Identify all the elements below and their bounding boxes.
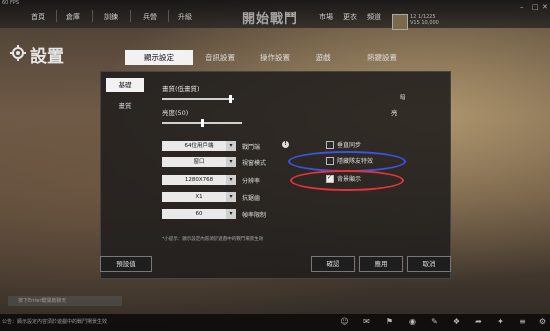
fps-label: 60 FPS	[2, 0, 20, 6]
hide-teammate-effects-label: 隱藏隊友特效	[337, 158, 374, 165]
tab-audio[interactable]: 音訊設置	[195, 50, 245, 65]
settings-panel	[100, 71, 451, 279]
settings-note: *小提示：顯示設定內容須於遊戲中的戰鬥場景生效	[162, 237, 264, 242]
settings-title: 設置	[30, 47, 64, 67]
nav-training[interactable]: 訓鍊	[104, 12, 118, 22]
chevron-down-icon: ▾	[226, 141, 236, 151]
chevron-down-icon: ▾	[226, 209, 236, 219]
settings-icon[interactable]: ⚙	[538, 317, 547, 326]
default-button[interactable]: 預設值	[100, 256, 152, 272]
select-value: X1	[195, 194, 203, 200]
player-avatar[interactable]	[392, 14, 408, 30]
background-display-checkbox[interactable]	[326, 174, 334, 183]
vsync-checkbox[interactable]	[326, 141, 334, 149]
side-tab-basic[interactable]: 基礎	[106, 78, 144, 92]
resolution-select[interactable]: 1280X768 ▾	[162, 175, 236, 185]
antialias-select[interactable]: X1 ▾	[162, 192, 236, 202]
nav-divider	[92, 10, 93, 22]
framerate-select[interactable]: 60 ▾	[162, 209, 236, 219]
chevron-down-icon: ▾	[226, 175, 236, 185]
select-value: 64位用戶端	[184, 143, 214, 149]
quality-label: 畫質(低畫質)	[162, 85, 200, 93]
select-value: 1280X768	[184, 177, 214, 183]
close-icon[interactable]: ✕	[542, 3, 548, 11]
confirm-button[interactable]: 確認	[311, 256, 355, 272]
window-mode-select[interactable]: 窗口 ▾	[162, 157, 236, 167]
tab-controls[interactable]: 操作設置	[250, 50, 300, 65]
brightness-slider-handle[interactable]	[201, 119, 204, 127]
quality-slider-track[interactable]	[162, 98, 234, 100]
background-display-label: 背景顯示	[337, 176, 362, 183]
client-select-label: 戰鬥端	[242, 144, 261, 151]
list-icon[interactable]: ≡	[518, 317, 527, 326]
antialias-label: 抗鋸齒	[242, 195, 261, 202]
vsync-label: 垂直同步	[337, 142, 362, 149]
chevron-down-icon: ▾	[226, 192, 236, 202]
friends-icon[interactable]: ☺	[340, 317, 349, 326]
tab-game[interactable]: 遊戲	[303, 50, 343, 65]
start-battle-button[interactable]: 開始戰鬥	[242, 8, 298, 27]
tab-hotkeys[interactable]: 熱鍵設置	[357, 50, 407, 65]
share-icon[interactable]: ➦	[474, 317, 483, 326]
nav-barracks[interactable]: 兵營	[143, 12, 157, 22]
status-line: V15 10,000	[410, 20, 439, 26]
hide-teammate-effects-checkbox[interactable]	[326, 157, 334, 165]
mail-icon[interactable]: ✉	[362, 317, 371, 326]
select-value: 窗口	[193, 159, 205, 165]
brightness-label: 亮度(50)	[162, 109, 189, 117]
chevron-down-icon: ▾	[226, 157, 236, 167]
chat-input[interactable]: 按下Enter鍵開啟聊天	[8, 296, 122, 306]
side-tab-quality[interactable]: 畫質	[106, 99, 144, 113]
window-mode-label: 視窗模式	[242, 160, 267, 167]
cancel-button[interactable]: 取消	[407, 256, 451, 272]
select-value: 60	[195, 211, 203, 217]
apply-button[interactable]: 應用	[359, 256, 403, 272]
resolution-label: 分辨率	[242, 178, 261, 185]
nav-divider	[168, 10, 169, 22]
nav-warehouse[interactable]: 倉庫	[66, 12, 80, 22]
camera-icon[interactable]: ◉	[408, 317, 417, 326]
nav-divider	[130, 10, 131, 22]
nav-divider	[56, 10, 57, 22]
nav-upgrade[interactable]: 升級	[178, 12, 192, 22]
bright-label: 亮	[391, 109, 398, 117]
tab-display[interactable]: 顯示設定	[125, 50, 193, 65]
team-icon[interactable]: ⚑	[385, 317, 394, 326]
group-icon[interactable]: ✦	[496, 317, 505, 326]
nav-wardrobe[interactable]: 更衣	[343, 12, 357, 22]
quality-slider-handle[interactable]	[229, 95, 233, 103]
dark-label: 暗	[400, 95, 406, 101]
gear-icon	[10, 45, 26, 61]
minimize-icon[interactable]: –	[520, 3, 524, 11]
nav-home[interactable]: 首頁	[31, 12, 45, 22]
nav-channel[interactable]: 頻道	[367, 12, 381, 22]
bottom-message: 公告：顯示設定內容須於遊戲中的戰鬥場景生效	[2, 319, 108, 325]
info-icon[interactable]: !	[282, 141, 289, 148]
maximize-icon[interactable]: □	[532, 3, 539, 11]
client-select[interactable]: 64位用戶端 ▾	[162, 141, 236, 151]
gift-icon[interactable]: ❖	[452, 317, 461, 326]
chat-icon[interactable]: ✎	[430, 317, 439, 326]
player-status: 12 1/1225 V15 10,000	[410, 14, 439, 26]
nav-market[interactable]: 市場	[319, 12, 333, 22]
framerate-label: 幀率限制	[242, 212, 267, 219]
